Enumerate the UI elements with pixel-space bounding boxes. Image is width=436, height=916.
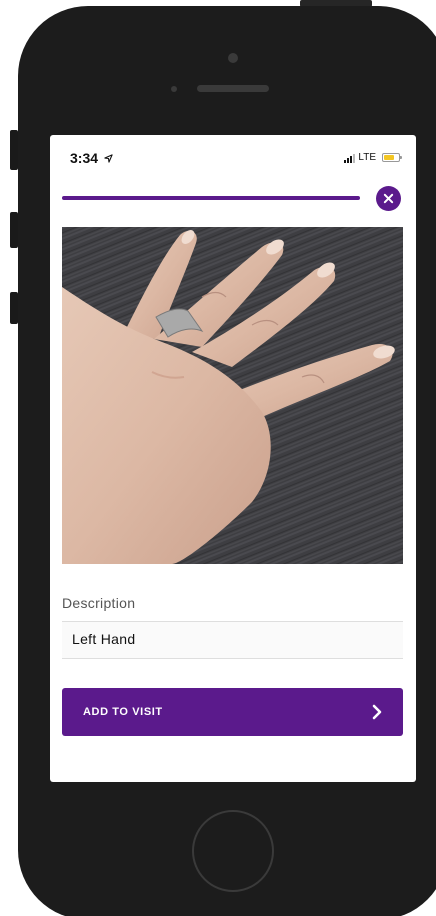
signal-strength-icon: [344, 153, 356, 163]
volume-down-button: [10, 292, 18, 324]
earpiece-speaker: [197, 85, 269, 92]
add-to-visit-label: ADD TO VISIT: [83, 706, 163, 718]
proximity-sensor: [171, 86, 177, 92]
volume-up-button: [10, 212, 18, 248]
chevron-right-icon: [372, 704, 382, 720]
progress-bar: [62, 196, 360, 200]
battery-level: [384, 155, 394, 160]
description-label: Description: [62, 595, 136, 611]
hand-photo-image: [62, 227, 403, 564]
hand-photo: [62, 227, 403, 564]
status-bar: 3:34 LTE: [50, 135, 416, 175]
phone-screen: 3:34 LTE Description Left Hand ADD TO VI…: [50, 135, 416, 782]
status-indicators: LTE: [344, 152, 402, 163]
front-camera: [228, 53, 238, 63]
add-to-visit-button[interactable]: ADD TO VISIT: [62, 688, 403, 736]
battery-icon: [382, 153, 402, 162]
mute-switch: [10, 130, 18, 170]
close-button[interactable]: [376, 186, 401, 211]
network-type: LTE: [358, 152, 376, 163]
location-arrow-icon: [104, 154, 113, 163]
status-time-text: 3:34: [70, 150, 99, 166]
stage: 3:34 LTE Description Left Hand ADD TO VI…: [0, 0, 436, 916]
description-field[interactable]: Left Hand: [62, 621, 403, 659]
home-button[interactable]: [192, 810, 274, 892]
close-icon: [383, 193, 394, 204]
status-time: 3:34: [70, 150, 113, 166]
